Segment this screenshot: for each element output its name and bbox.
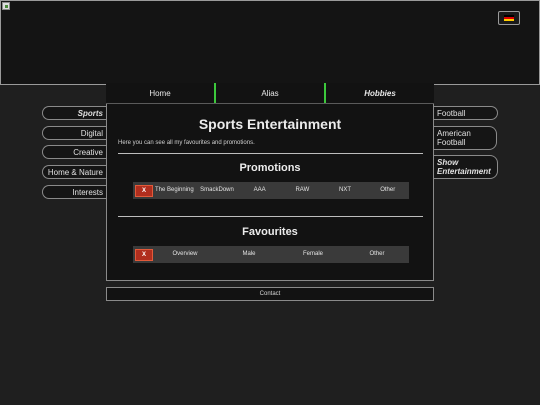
tab-male[interactable]: Male xyxy=(217,251,281,258)
section-divider xyxy=(118,153,423,154)
sidebar-item-home-nature[interactable]: Home & Nature xyxy=(42,165,106,179)
tab-overview[interactable]: Overview xyxy=(153,251,217,258)
nav-home[interactable]: Home xyxy=(106,83,216,103)
tab-other[interactable]: Other xyxy=(366,187,409,194)
subnav-item-american-football[interactable]: American Football xyxy=(434,126,497,150)
tab-other-favourites[interactable]: Other xyxy=(345,251,409,258)
nav-alias[interactable]: Alias xyxy=(216,83,326,103)
subnav-item-show-entertainment[interactable]: Show Entertainment xyxy=(434,155,498,179)
intro-text: Here you can see all my favourites and p… xyxy=(118,140,255,146)
sidebar-item-digital[interactable]: Digital xyxy=(42,126,106,140)
page-title: Sports Entertainment xyxy=(198,116,342,132)
subnav-item-football[interactable]: Football xyxy=(434,106,498,120)
favourites-close-button[interactable]: X xyxy=(135,248,153,261)
tab-female[interactable]: Female xyxy=(281,251,345,258)
sidebar-item-interests[interactable]: Interests xyxy=(42,185,106,199)
section-divider xyxy=(118,216,423,217)
flag-stripe-gold xyxy=(504,19,514,21)
sidebar-item-creative[interactable]: Creative xyxy=(42,145,106,159)
contact-link[interactable]: Contact xyxy=(106,287,434,301)
tab-smackdown[interactable]: SmackDown xyxy=(196,187,239,194)
tab-aaa[interactable]: AAA xyxy=(238,187,281,194)
tab-raw[interactable]: RAW xyxy=(281,187,324,194)
tab-nxt[interactable]: NXT xyxy=(324,187,367,194)
sidebar-item-sports[interactable]: Sports xyxy=(42,106,106,120)
favourites-tabbar: X Overview Male Female Other xyxy=(133,246,409,263)
tab-the-beginning[interactable]: The Beginning xyxy=(153,187,196,194)
german-flag-icon xyxy=(504,15,514,21)
favourites-title: Favourites xyxy=(242,226,298,238)
language-toggle-button[interactable] xyxy=(498,11,520,25)
broken-image-icon xyxy=(2,2,10,10)
header-banner xyxy=(0,0,540,85)
promotions-close-button[interactable]: X xyxy=(135,184,153,197)
promotions-tabbar: X The Beginning SmackDown AAA RAW NXT Ot… xyxy=(133,182,409,199)
top-navigation: Home Alias Hobbies xyxy=(106,83,434,104)
main-content: Sports Entertainment Here you can see al… xyxy=(106,104,434,281)
nav-hobbies[interactable]: Hobbies xyxy=(326,83,434,103)
promotions-title: Promotions xyxy=(239,162,301,174)
